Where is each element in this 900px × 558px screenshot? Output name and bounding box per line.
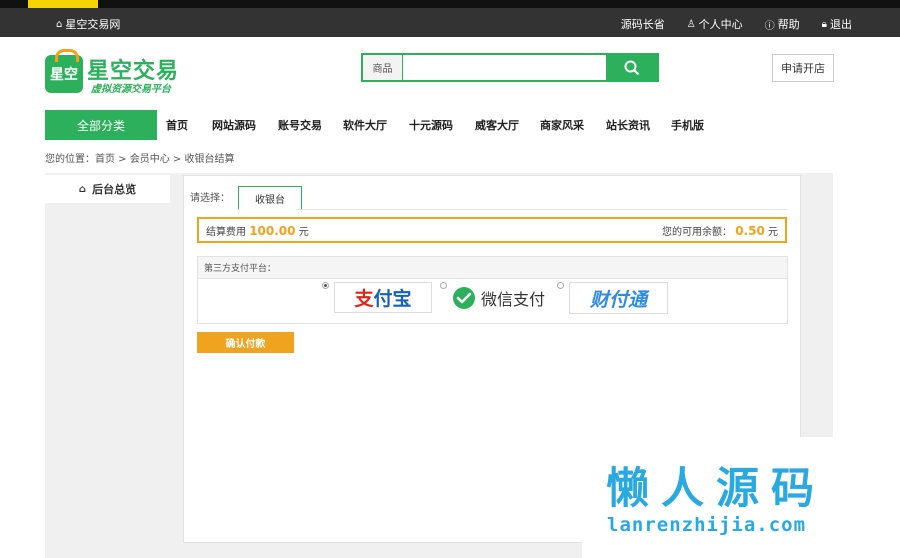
nav-item-account-trade[interactable]: 账号交易 (278, 117, 343, 133)
lock-icon: 🔒︎ (821, 18, 827, 30)
balance-amount: 0.50 (735, 223, 765, 238)
main-nav: 首页 网站源码 账号交易 软件大厅 十元源码 威客大厅 商家风采 站长资讯 手机… (166, 110, 704, 140)
home-icon: ⌂ (56, 18, 63, 30)
top-link-logout[interactable]: 🔒︎ 退出 (822, 16, 852, 32)
checkout-tabs: 请选择： 收银台 (190, 186, 302, 210)
browser-bookmarks-bar (0, 0, 900, 8)
alipay-logo-text-a: 支 (354, 288, 374, 310)
balance-line: 您的可用余额： 0.50 元 (662, 223, 778, 238)
wechat-radio[interactable] (440, 282, 447, 289)
nav-item-home[interactable]: 首页 (166, 117, 212, 133)
nav-item-source-code[interactable]: 网站源码 (212, 117, 278, 133)
sidebar-item-label: 后台总览 (92, 183, 137, 196)
balance-label: 您的可用余额： (662, 226, 733, 238)
shopping-bag-icon: 星空 (45, 49, 83, 93)
fee-unit: 元 (298, 226, 309, 238)
logo-slogan: 虚拟资源交易平台 (91, 84, 171, 95)
wechat-icon (453, 287, 475, 309)
top-link-source-boss[interactable]: 源码长省 (621, 16, 665, 32)
confirm-payment-button[interactable]: 确认付款 (197, 332, 294, 353)
breadcrumb: 您的位置：首页 > 会员中心 > 收银台结算 (45, 154, 235, 165)
amount-summary: 结算费用 100.00 元 您的可用余额： 0.50 元 (197, 217, 787, 243)
wechat-pay-label: 微信支付 (481, 290, 546, 309)
all-categories-button[interactable]: 全部分类 (45, 110, 157, 140)
alipay-logo-text-b: 付宝 (373, 288, 412, 310)
top-links: 源码长省 ♙ 个人中心 ⓘ 帮助 🔒︎ 退出 (621, 16, 852, 32)
logo-bag-text: 星空 (50, 67, 78, 83)
site-home-link[interactable]: ⌂ 星空交易网 (56, 16, 120, 32)
search-category-select[interactable]: 商品 (363, 55, 403, 80)
top-link-help[interactable]: ⓘ 帮助 (765, 16, 800, 32)
home-icon: ⌂ (78, 183, 87, 195)
user-icon: ♙ (686, 18, 696, 30)
search-button[interactable] (606, 55, 657, 80)
fee-label: 结算费用 (206, 226, 246, 238)
watermark-title: 懒人源码 (606, 464, 826, 514)
fee-amount: 100.00 (249, 223, 296, 238)
top-link-label: 退出 (830, 18, 852, 31)
bookmark-highlight (28, 0, 98, 8)
search-bar: 商品 (361, 53, 659, 82)
nav-item-ten-yuan[interactable]: 十元源码 (409, 117, 475, 133)
balance-unit: 元 (768, 226, 778, 238)
top-link-user-center[interactable]: ♙ 个人中心 (687, 16, 743, 32)
fee-line: 结算费用 100.00 元 (206, 223, 309, 238)
alipay-radio[interactable] (322, 282, 329, 289)
sidebar-item-overview[interactable]: ⌂ 后台总览 (45, 175, 170, 203)
wechat-pay-logo[interactable]: 微信支付 (452, 283, 545, 313)
tab-divider (296, 209, 788, 210)
search-icon (624, 60, 639, 75)
payment-platform-title: 第三方支付平台： (198, 257, 787, 279)
nav-item-merchants[interactable]: 商家风采 (540, 117, 606, 133)
site-home-label: 星空交易网 (65, 18, 121, 31)
tab-cashier[interactable]: 收银台 (238, 186, 302, 210)
top-bar: ⌂ 星空交易网 源码长省 ♙ 个人中心 ⓘ 帮助 🔒︎ 退出 (0, 8, 900, 37)
nav-item-mobile[interactable]: 手机版 (671, 117, 704, 133)
watermark-url: lanrenzhijia.com (607, 514, 807, 536)
nav-item-witkey[interactable]: 威客大厅 (475, 117, 540, 133)
help-icon: ⓘ (764, 20, 775, 32)
top-link-label: 源码长省 (620, 18, 665, 31)
nav-item-software[interactable]: 软件大厅 (343, 117, 409, 133)
top-link-label: 帮助 (777, 18, 800, 31)
tenpay-radio[interactable] (557, 282, 564, 289)
top-link-label: 个人中心 (698, 18, 743, 31)
search-input[interactable] (403, 55, 606, 80)
tenpay-logo[interactable]: 财付通 (569, 282, 668, 314)
nav-item-news[interactable]: 站长资讯 (606, 117, 671, 133)
open-store-button[interactable]: 申请开店 (772, 54, 834, 82)
select-label: 请选择： (190, 193, 230, 204)
site-logo[interactable]: 星空 星空交易 虚拟资源交易平台 (45, 49, 180, 95)
alipay-logo[interactable]: 支付宝 (334, 282, 432, 313)
